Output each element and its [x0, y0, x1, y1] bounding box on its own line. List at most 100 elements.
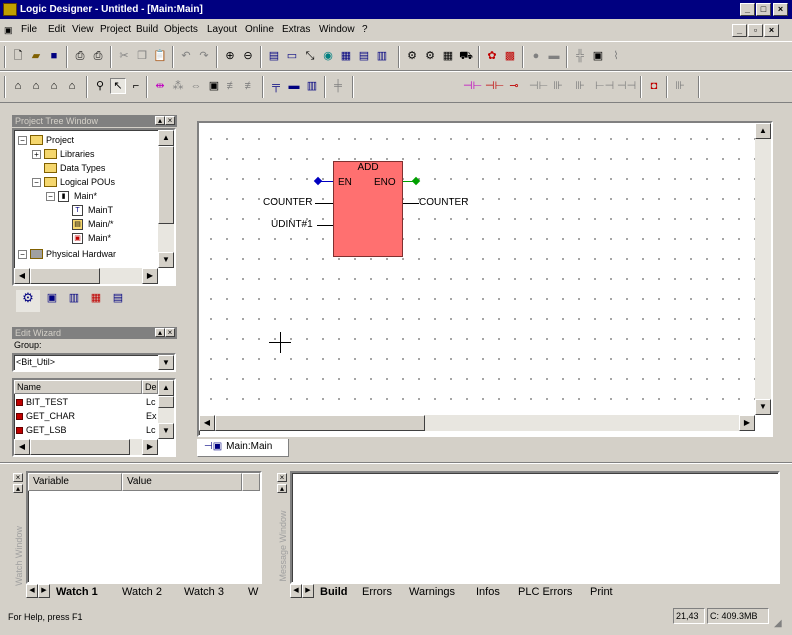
- calendar-icon[interactable]: ▦: [440, 48, 456, 64]
- tab-watch-1[interactable]: Watch 1: [56, 585, 98, 599]
- tab-watch-3[interactable]: Watch 3: [184, 585, 224, 599]
- rung-icon[interactable]: ▬: [286, 78, 302, 94]
- close-panel-button[interactable]: ×: [277, 473, 287, 482]
- message-pane[interactable]: [290, 471, 780, 584]
- tab-scroll-right-icon[interactable]: ▶: [302, 584, 314, 598]
- tree-item-data-types[interactable]: Data Types: [60, 162, 105, 174]
- function-block-icon[interactable]: ▣: [206, 78, 222, 94]
- tree-hscroll[interactable]: ◀ ▶: [14, 268, 158, 284]
- menu-project[interactable]: Project: [100, 19, 131, 41]
- tab-scroll-right-icon[interactable]: ▶: [38, 584, 50, 598]
- menu-extras[interactable]: Extras: [282, 19, 310, 41]
- open-pou3-icon[interactable]: ⌂: [46, 78, 62, 94]
- online-icon[interactable]: ●: [528, 48, 544, 64]
- resize-grip-icon[interactable]: ◢: [774, 613, 782, 635]
- input1-variable[interactable]: COUNTER: [263, 197, 312, 209]
- group-select[interactable]: <Bit_Util> ▼: [12, 353, 176, 372]
- editor-vscroll[interactable]: ▲ ▼: [755, 123, 771, 415]
- scroll-thumb[interactable]: [30, 268, 100, 284]
- menu-layout[interactable]: Layout: [207, 19, 237, 41]
- input2-constant[interactable]: UDINT#1: [271, 219, 313, 231]
- menu-build[interactable]: Build: [136, 19, 158, 41]
- tree-item-main-code[interactable]: Main*: [88, 232, 111, 244]
- output-variable[interactable]: COUNTER: [419, 197, 468, 209]
- tab-scroll-left-icon[interactable]: ◀: [26, 584, 38, 598]
- pin-button[interactable]: ▴: [155, 328, 165, 337]
- line-icon[interactable]: ⌐: [128, 78, 144, 94]
- menu-file[interactable]: File: [21, 19, 37, 41]
- tab-objects-icon[interactable]: ▦: [86, 290, 106, 312]
- ld-set-icon[interactable]: ⊪: [550, 78, 566, 94]
- collapse-icon[interactable]: −: [46, 192, 55, 201]
- list-item[interactable]: GET_LSB: [16, 424, 67, 437]
- branch-icon[interactable]: ▥: [304, 78, 320, 94]
- title-bar[interactable]: Logic Designer - Untitled - [Main:Main] …: [0, 0, 792, 19]
- contact-icon[interactable]: ≢: [224, 78, 240, 94]
- wizard-hscroll[interactable]: ◀ ▶: [14, 439, 158, 455]
- scroll-right-icon[interactable]: ▶: [142, 439, 158, 455]
- scroll-thumb[interactable]: [215, 415, 425, 431]
- mdi-minimize-button[interactable]: _: [732, 24, 747, 37]
- ld-pos-icon[interactable]: ⊢⊣: [594, 78, 614, 94]
- stop-icon[interactable]: ▬: [546, 48, 562, 64]
- tab-warnings[interactable]: Warnings: [409, 585, 455, 599]
- menu-view[interactable]: View: [72, 19, 94, 41]
- tab-build[interactable]: Build: [320, 585, 348, 599]
- cross-reference-icon[interactable]: ⤡: [302, 48, 318, 64]
- app-icon[interactable]: [3, 3, 17, 16]
- tab-project-icon[interactable]: ⚙: [16, 290, 40, 312]
- pin-button[interactable]: ▴: [13, 484, 23, 493]
- input2-wire[interactable]: [317, 225, 333, 226]
- menu-objects[interactable]: Objects: [164, 19, 198, 41]
- edit-wizard-icon[interactable]: ▭: [284, 48, 300, 64]
- tab-infos[interactable]: Infos: [476, 585, 500, 599]
- make-icon[interactable]: ⚙: [422, 48, 438, 64]
- pin-button[interactable]: ▴: [155, 116, 165, 125]
- cut-icon[interactable]: ✂: [116, 48, 132, 64]
- scroll-up-icon[interactable]: ▲: [755, 123, 771, 139]
- scroll-up-icon[interactable]: ▲: [158, 130, 174, 146]
- maximize-button[interactable]: □: [756, 3, 771, 16]
- new-file-icon[interactable]: 🗋: [10, 48, 26, 64]
- collapse-icon[interactable]: −: [18, 250, 27, 259]
- menu-help[interactable]: ?: [362, 19, 368, 41]
- list-item[interactable]: GET_CHAR: [16, 410, 75, 423]
- print-icon[interactable]: ⎙: [90, 48, 106, 64]
- scroll-thumb[interactable]: [30, 439, 130, 455]
- expand-icon[interactable]: +: [32, 150, 41, 159]
- scroll-thumb[interactable]: [158, 146, 174, 224]
- tree-item-logical-pous[interactable]: Logical POUs: [60, 176, 115, 188]
- control-dialog-icon[interactable]: ▩: [502, 48, 518, 64]
- print-preview-icon[interactable]: ⎙: [72, 48, 88, 64]
- open-folder-icon[interactable]: ▰: [28, 48, 44, 64]
- save-icon[interactable]: ■: [46, 48, 62, 64]
- zoom-in-icon[interactable]: ⊕: [222, 48, 238, 64]
- tab-watch-2[interactable]: Watch 2: [122, 585, 162, 599]
- network-icon[interactable]: ╤: [268, 78, 284, 94]
- split-icon[interactable]: ╬: [572, 48, 588, 64]
- download-icon[interactable]: ⛟: [458, 48, 474, 64]
- copy-icon[interactable]: ❐: [134, 48, 150, 64]
- menu-edit[interactable]: Edit: [48, 19, 65, 41]
- debug-icon[interactable]: ✿: [484, 48, 500, 64]
- window-icon[interactable]: ▣: [590, 48, 606, 64]
- tree-item-maint[interactable]: MainT: [88, 204, 113, 216]
- eno-connector-icon[interactable]: [411, 176, 421, 186]
- scroll-right-icon[interactable]: ▶: [739, 415, 755, 431]
- close-panel-button[interactable]: ×: [165, 328, 175, 337]
- open-pou-icon[interactable]: ⌂: [10, 78, 26, 94]
- undo-icon[interactable]: ↶: [178, 48, 194, 64]
- scroll-left-icon[interactable]: ◀: [14, 268, 30, 284]
- menu-online[interactable]: Online: [245, 19, 274, 41]
- ld-coil-neg-icon[interactable]: ⊣⊢: [528, 78, 548, 94]
- mdi-close-button[interactable]: ×: [764, 24, 779, 37]
- col-header-value[interactable]: Value: [122, 473, 242, 491]
- scroll-left-icon[interactable]: ◀: [199, 415, 215, 431]
- watch-grid[interactable]: Variable Value: [26, 471, 262, 584]
- tree-item-physical-hardware[interactable]: Physical Hardwar: [46, 248, 116, 260]
- paste-icon[interactable]: 📋: [152, 48, 168, 64]
- collapse-icon[interactable]: −: [18, 136, 27, 145]
- close-panel-button[interactable]: ×: [13, 473, 23, 482]
- scroll-left-icon[interactable]: ◀: [14, 439, 30, 455]
- tab-errors[interactable]: Errors: [362, 585, 392, 599]
